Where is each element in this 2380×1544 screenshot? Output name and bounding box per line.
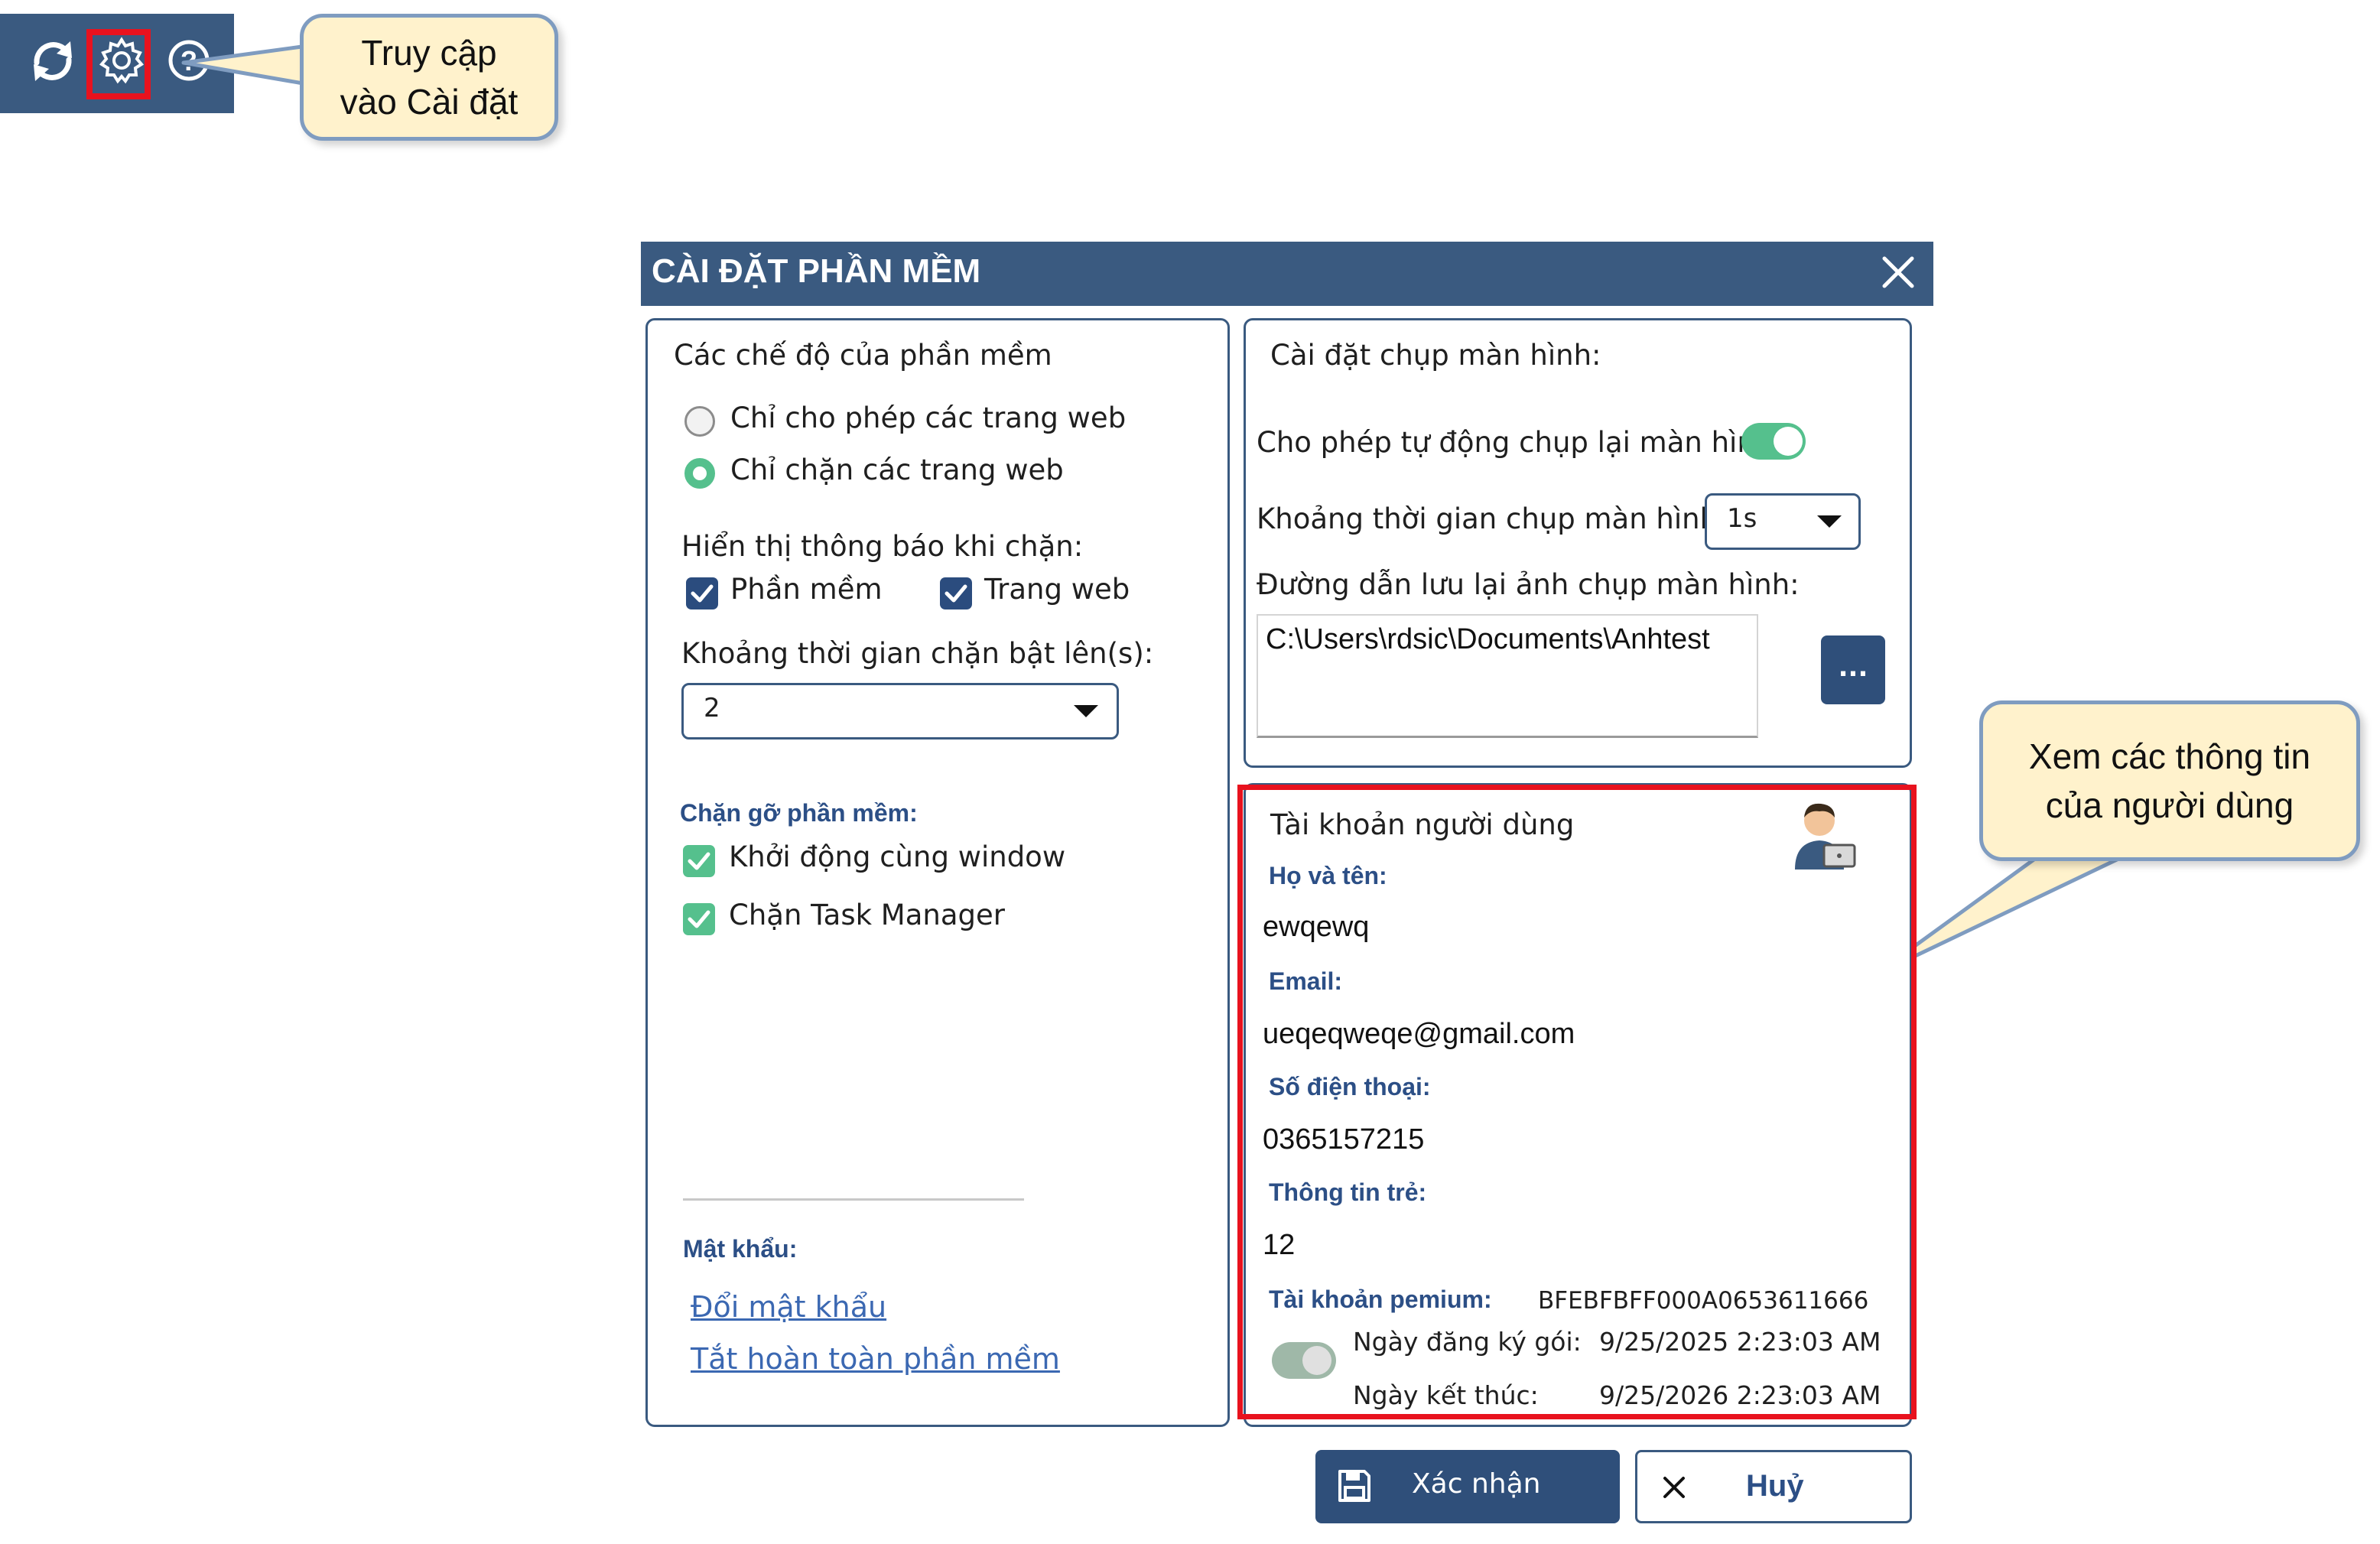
callout-text-line-1: Truy cập <box>361 33 497 73</box>
save-path-field[interactable]: C:\Users\rdsic\Documents\Anhtest <box>1257 614 1758 738</box>
radio-allow-only-label: Chỉ cho phép các trang web <box>730 401 1127 434</box>
radio-block-only[interactable] <box>684 458 715 489</box>
callout-text-line-2: vào Cài đặt <box>340 82 519 122</box>
checkbox-notify-software[interactable] <box>686 577 718 609</box>
close-icon[interactable] <box>1875 249 1921 295</box>
callout-settings-access: Truy cập vào Cài đặt <box>300 14 558 141</box>
screenshot-heading: Cài đặt chụp màn hình: <box>1270 339 1601 372</box>
checkbox-notify-web-label: Trang web <box>984 573 1130 606</box>
callout-user-info: Xem các thông tin của người dùng <box>1979 700 2360 861</box>
block-interval-label: Khoảng thời gian chặn bật lên(s): <box>681 637 1154 670</box>
close-icon <box>1657 1471 1691 1504</box>
block-interval-value: 2 <box>704 693 720 723</box>
change-password-link[interactable]: Đổi mật khẩu <box>691 1290 886 1324</box>
auto-screenshot-label: Cho phép tự động chụp lại màn hình <box>1257 426 1774 459</box>
chevron-down-icon <box>1817 515 1842 528</box>
disable-software-link[interactable]: Tắt hoàn toàn phần mềm <box>691 1342 1060 1376</box>
cancel-button[interactable]: Huỷ <box>1635 1450 1912 1523</box>
password-heading: Mật khẩu: <box>683 1235 798 1263</box>
dialog-title: CÀI ĐẶT PHẦN MỀM <box>652 252 981 290</box>
notify-heading: Hiển thị thông báo khi chặn: <box>681 530 1084 563</box>
radio-block-only-label: Chỉ chặn các trang web <box>730 453 1064 486</box>
checkbox-notify-web[interactable] <box>940 577 972 609</box>
confirm-button-label: Xác nhận <box>1412 1468 1541 1500</box>
modes-heading: Các chế độ của phần mềm <box>674 339 1052 372</box>
save-path-value: C:\Users\rdsic\Documents\Anhtest <box>1266 623 1710 655</box>
screenshot-interval-dropdown[interactable]: 1s <box>1705 493 1861 550</box>
checkbox-taskmgr[interactable] <box>683 903 715 935</box>
chevron-down-icon <box>1074 705 1098 717</box>
dialog-title-bar: CÀI ĐẶT PHẦN MỀM <box>641 242 1933 306</box>
block-interval-dropdown[interactable]: 2 <box>681 683 1119 739</box>
cancel-button-label: Huỷ <box>1746 1469 1804 1503</box>
screenshot-interval-label: Khoảng thời gian chụp màn hình: <box>1257 502 1728 535</box>
account-highlight-box <box>1237 785 1917 1419</box>
save-path-label: Đường dẫn lưu lại ảnh chụp màn hình: <box>1257 568 1800 601</box>
browse-button[interactable]: ... <box>1821 635 1885 704</box>
auto-screenshot-toggle[interactable] <box>1741 423 1806 460</box>
checkbox-notify-software-label: Phần mềm <box>730 573 883 606</box>
divider <box>683 1198 1024 1201</box>
checkbox-startup-label: Khởi động cùng window <box>729 840 1066 873</box>
browse-button-label: ... <box>1838 652 1868 683</box>
save-icon <box>1335 1467 1374 1505</box>
radio-allow-only[interactable] <box>684 406 715 437</box>
screenshot-settings-panel: Cài đặt chụp màn hình: Cho phép tự động … <box>1244 318 1912 768</box>
screenshot-interval-value: 1s <box>1727 503 1757 534</box>
checkbox-taskmgr-label: Chặn Task Manager <box>729 899 1005 931</box>
uninstall-block-heading: Chặn gỡ phần mềm: <box>680 799 918 827</box>
callout-text-line-1: Xem các thông tin <box>2028 736 2311 776</box>
checkbox-startup[interactable] <box>683 845 715 877</box>
confirm-button[interactable]: Xác nhận <box>1315 1450 1620 1523</box>
callout-text-line-2: của người dùng <box>2045 785 2294 825</box>
toggle-knob <box>1774 427 1803 456</box>
software-modes-panel: Các chế độ của phần mềm Chỉ cho phép các… <box>645 318 1230 1427</box>
